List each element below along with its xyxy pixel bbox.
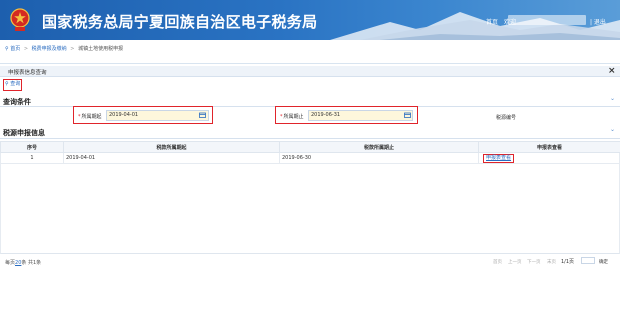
row-start-date: 2019-04-01 bbox=[63, 152, 280, 164]
redacted-user-info bbox=[508, 15, 586, 25]
panel-title: 申报表信息查询 bbox=[8, 70, 47, 76]
breadcrumb-current: 城镇土地使用税申报 bbox=[78, 46, 124, 52]
view-report-link[interactable]: 申报表查看 bbox=[483, 153, 515, 163]
site-title: 国家税务总局宁夏回族自治区电子税务局 bbox=[42, 13, 318, 31]
start-date-label: *所属期起 bbox=[78, 114, 102, 120]
pager-page-info: 1/1页 bbox=[561, 259, 575, 265]
pager-next[interactable]: 下一页 bbox=[527, 259, 541, 265]
start-date-input[interactable]: 2019-04-01 bbox=[106, 110, 209, 121]
tax-source-number-label: 税源编号 bbox=[496, 115, 517, 121]
results-table: 序号 税款所属期起 税款所属期止 申报表查看 1 2019-04-01 2019… bbox=[0, 141, 620, 164]
chevron-down-icon[interactable]: ⌄ bbox=[610, 95, 615, 102]
pager-prev[interactable]: 上一页 bbox=[508, 259, 522, 265]
column-header: 申报表查看 bbox=[478, 141, 620, 153]
table-header-row: 序号 税款所属期起 税款所属期止 申报表查看 bbox=[0, 141, 620, 153]
required-marker: * bbox=[280, 114, 283, 120]
search-icon: ⚲ bbox=[5, 81, 9, 87]
end-date-field-highlight: *所属期止 2019-06-31 bbox=[275, 106, 418, 124]
row-index: 1 bbox=[0, 152, 64, 164]
site-header: 国家税务总局宁夏回族自治区电子税务局 首页 欢迎 | 退出 bbox=[0, 0, 620, 40]
pager-first[interactable]: 首页 bbox=[493, 259, 502, 265]
tax-emblem-icon bbox=[10, 8, 30, 31]
page-number-input[interactable] bbox=[581, 257, 595, 264]
column-header: 序号 bbox=[0, 141, 64, 153]
location-pin-icon: ⚲ bbox=[5, 46, 9, 52]
start-date-field-highlight: *所属期起 2019-04-01 bbox=[73, 106, 213, 124]
required-marker: * bbox=[78, 114, 81, 120]
panel-title-bar: 申报表信息查询 × bbox=[0, 66, 620, 77]
breadcrumb-separator: > bbox=[23, 46, 29, 52]
logout-link[interactable]: | 退出 bbox=[590, 17, 606, 26]
column-header: 税款所属期起 bbox=[63, 141, 280, 153]
query-button[interactable]: ⚲ 查询 bbox=[3, 79, 22, 91]
breadcrumb-tax-declaration[interactable]: 税费申报及缴纳 bbox=[32, 46, 67, 52]
query-button-label: 查询 bbox=[10, 81, 21, 87]
end-date-input[interactable]: 2019-06-31 bbox=[308, 110, 413, 121]
breadcrumb-home[interactable]: 首页 bbox=[10, 46, 20, 52]
calendar-icon[interactable] bbox=[404, 112, 411, 118]
calendar-icon[interactable] bbox=[199, 112, 206, 118]
breadcrumb: ⚲ 首页 > 税费申报及缴纳 > 城镇土地使用税申报 bbox=[0, 44, 620, 54]
results-title: 税源申报信息 bbox=[3, 129, 45, 137]
column-header: 税款所属期止 bbox=[279, 141, 479, 153]
section-divider bbox=[0, 138, 620, 139]
end-date-label: *所属期止 bbox=[280, 114, 304, 120]
table-row: 1 2019-04-01 2019-06-30 申报表查看 bbox=[0, 152, 620, 164]
page-size-info: 每页20条 共1条 bbox=[5, 260, 42, 266]
row-end-date: 2019-06-30 bbox=[279, 152, 479, 164]
pager-last[interactable]: 末页 bbox=[547, 259, 556, 265]
close-icon[interactable]: × bbox=[608, 66, 616, 76]
chevron-down-icon[interactable]: ⌄ bbox=[610, 126, 615, 133]
pager-go-button[interactable]: 确定 bbox=[599, 259, 608, 265]
nav-home-link[interactable]: 首页 bbox=[486, 19, 498, 26]
breadcrumb-separator: > bbox=[70, 46, 75, 52]
